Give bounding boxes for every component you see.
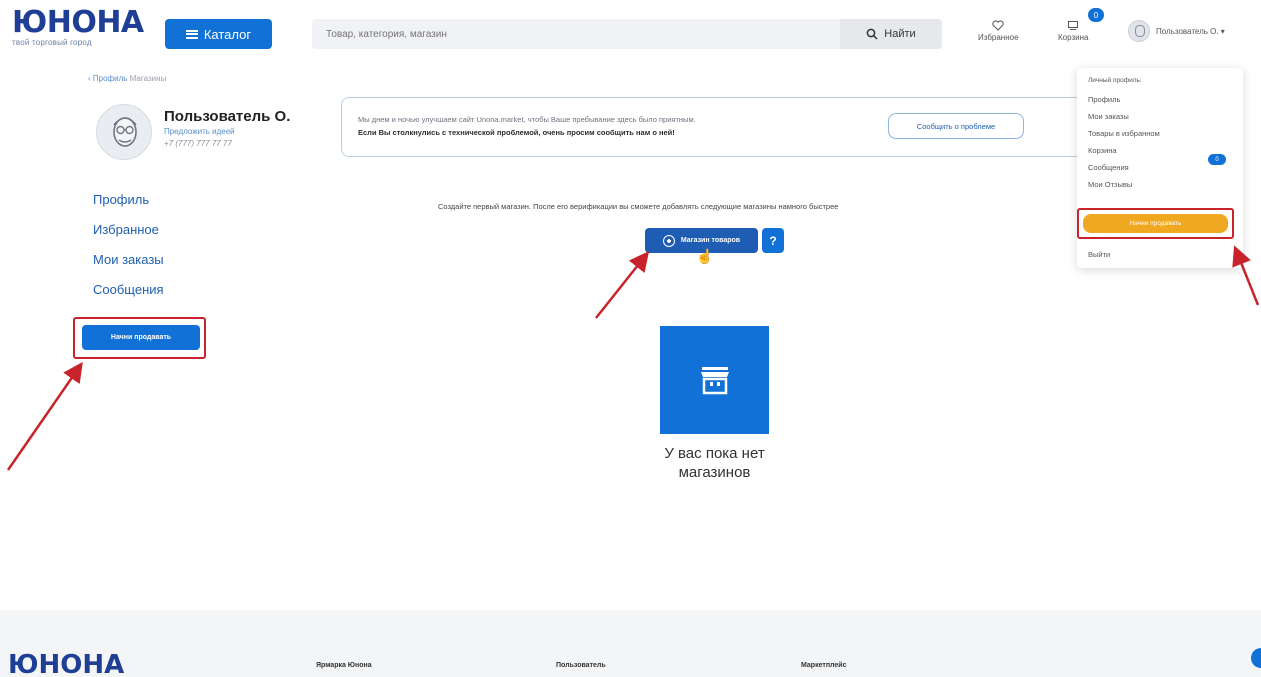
breadcrumb-profile-link[interactable]: ‹ Профиль xyxy=(88,74,127,83)
dropdown-start-selling-button[interactable]: Начни продавать xyxy=(1083,214,1228,233)
user-avatar-icon xyxy=(113,117,137,147)
store-icon xyxy=(700,367,729,395)
breadcrumb-current: Магазины xyxy=(129,74,167,83)
help-button[interactable]: ? xyxy=(762,228,784,253)
search-button-label: Найти xyxy=(884,28,916,40)
user-name: Пользователь О. ▾ xyxy=(1156,26,1225,36)
profile-avatar xyxy=(96,104,152,160)
sidebar-item-orders[interactable]: Мои заказы xyxy=(93,252,164,267)
cart-link[interactable]: Корзина 0 xyxy=(1058,8,1104,42)
sidebar-item-favorites[interactable]: Избранное xyxy=(93,222,164,237)
arrow-to-sidebar-button xyxy=(6,361,83,471)
search-input[interactable] xyxy=(312,19,842,49)
avatar xyxy=(1128,20,1150,42)
notice-banner: Мы днем и ночью улучшаем сайт Unona.mark… xyxy=(341,97,1101,157)
plus-circle-icon xyxy=(662,234,675,247)
notice-text-bold: Если Вы столкнулись с технической пробле… xyxy=(358,128,675,137)
sidebar-nav: Профиль Избранное Мои заказы Сообщения xyxy=(93,192,164,297)
dropdown-item-cart[interactable]: Корзина xyxy=(1088,146,1160,155)
page: ЮНОНА твой торговый город Каталог Найти … xyxy=(0,0,1261,677)
breadcrumb: ‹ Профиль Магазины xyxy=(88,74,166,83)
create-shop-hint: Создайте первый магазин. После его вериф… xyxy=(438,202,839,211)
empty-state-message: У вас пока нет магазинов xyxy=(620,444,809,482)
dropdown-items: Профиль Мои заказы Товары в избранном Ко… xyxy=(1088,95,1160,189)
arrow-to-add-shop-button xyxy=(595,251,650,319)
cart-icon xyxy=(1068,21,1079,30)
notice-text: Мы днем и ночью улучшаем сайт Unona.mark… xyxy=(358,115,696,124)
catalog-label: Каталог xyxy=(203,26,252,42)
profile-name: Пользователь О. xyxy=(164,108,291,125)
dropdown-logout[interactable]: Выйти xyxy=(1088,250,1110,259)
start-selling-button[interactable]: Начни продавать xyxy=(82,325,200,350)
footer: ЮНОНА Ярмарка Юнона Пользователь Маркетп… xyxy=(0,610,1261,677)
sidebar-item-profile[interactable]: Профиль xyxy=(93,192,164,207)
heart-icon xyxy=(992,20,1004,31)
cart-label: Корзина xyxy=(1058,33,1089,42)
user-dropdown-menu: Личный профиль: Профиль Мои заказы Товар… xyxy=(1077,68,1243,268)
logo[interactable]: ЮНОНА твой торговый город xyxy=(12,5,144,48)
search-bar: Найти xyxy=(312,19,942,49)
empty-shop-illustration xyxy=(660,326,769,434)
sidebar-item-messages[interactable]: Сообщения xyxy=(93,282,164,297)
dropdown-header: Личный профиль: xyxy=(1088,77,1142,84)
logo-text: ЮНОНА xyxy=(12,5,144,40)
add-shop-label: Магазин товаров xyxy=(680,237,741,244)
user-menu-toggle[interactable]: Пользователь О. ▾ xyxy=(1128,20,1225,42)
dropdown-item-favorites[interactable]: Товары в избранном xyxy=(1088,129,1160,138)
hand-cursor-icon: ☝ xyxy=(696,248,714,264)
catalog-button[interactable]: Каталог xyxy=(165,19,272,49)
footer-col-user: Пользователь xyxy=(556,662,606,669)
footer-logo[interactable]: ЮНОНА xyxy=(8,650,124,677)
empty-state-line1: У вас пока нет xyxy=(664,445,765,462)
cart-count-badge: 0 xyxy=(1088,8,1104,22)
dropdown-item-profile[interactable]: Профиль xyxy=(1088,95,1160,104)
dropdown-cart-badge: 0 xyxy=(1208,154,1226,165)
profile-suggest-link[interactable]: Предложить идеей xyxy=(164,127,235,136)
menu-icon xyxy=(185,29,198,39)
dropdown-item-orders[interactable]: Мои заказы xyxy=(1088,112,1160,121)
dropdown-item-reviews[interactable]: Мои Отзывы xyxy=(1088,180,1160,189)
profile-phone: +7 (777) 777 77 77 xyxy=(164,139,232,148)
dropdown-item-messages[interactable]: Сообщения xyxy=(1088,163,1160,172)
empty-state-line2: магазинов xyxy=(678,464,751,481)
report-problem-button[interactable]: Сообщить о проблеме xyxy=(888,113,1024,139)
footer-col-marketplace: Маркетплейс xyxy=(801,662,847,669)
favorites-link[interactable]: Избранное xyxy=(978,20,1019,42)
favorites-label: Избранное xyxy=(978,33,1019,42)
search-button[interactable]: Найти xyxy=(840,19,942,49)
search-icon xyxy=(866,28,878,40)
footer-col-fair: Ярмарка Юнона xyxy=(316,662,372,669)
